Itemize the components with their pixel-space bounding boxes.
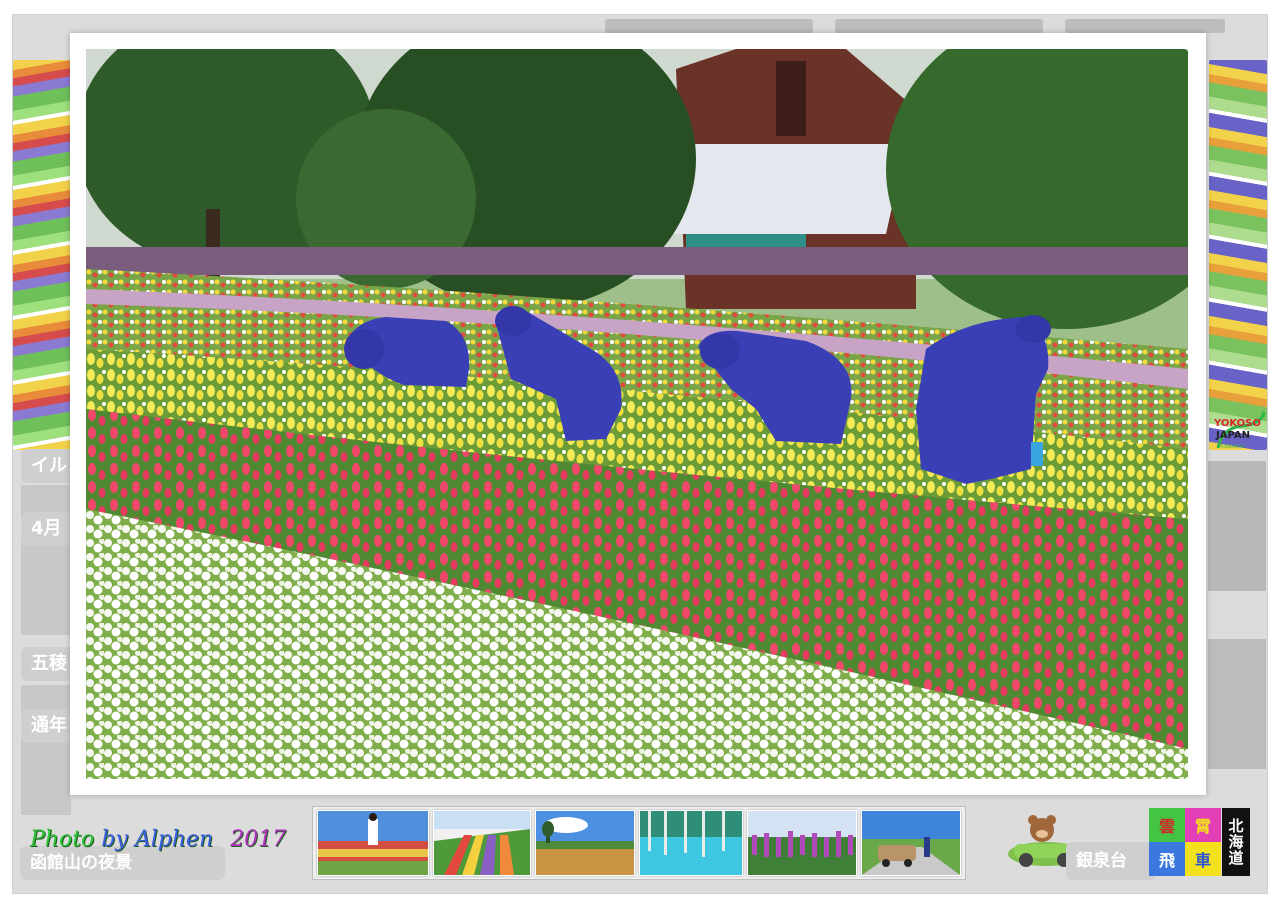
background-tab <box>605 19 813 33</box>
farm-map-right <box>1209 60 1267 450</box>
background-label: イル <box>21 449 77 483</box>
farm-map-left <box>13 60 71 450</box>
credit-author: by Alphen <box>101 827 214 852</box>
thumbnail-striped-flower-hills[interactable] <box>433 810 531 876</box>
thumbnail-wheat-field-blue-sky[interactable] <box>535 810 635 876</box>
thumbnail-blue-pond-trees[interactable] <box>639 810 743 876</box>
photo-credit: Photo by Alphen 2017 <box>30 827 286 852</box>
logo-cell-2: 霄 <box>1185 808 1221 842</box>
logo-cell-4: 車 <box>1185 842 1221 876</box>
background-tab <box>835 19 1043 33</box>
thumbnail-car-on-country-road[interactable] <box>861 810 961 876</box>
main-photo[interactable] <box>86 49 1188 779</box>
thumbnail-strip <box>312 806 966 880</box>
credit-photo-word: Photo <box>30 827 95 852</box>
logo-cell-3: 飛 <box>1149 842 1185 876</box>
background-label: 4月 <box>21 512 72 546</box>
thumbnail-purple-lupine-field[interactable] <box>747 810 857 876</box>
credit-year: 2017 <box>230 827 287 852</box>
lightbox-frame <box>70 33 1206 795</box>
yokoso-japan-logo: YOKOSO JAPAN HOKKAIDO <box>1212 408 1268 456</box>
background-caption: 銀泉台 <box>1066 842 1156 880</box>
yokoso-sub-text: HOKKAIDO <box>1218 444 1245 450</box>
background-image-block <box>21 685 71 815</box>
background-label: 通年 <box>21 709 77 743</box>
yokoso-top-text: YOKOSO <box>1213 418 1261 429</box>
background-image-block <box>1208 461 1266 591</box>
background-image-block <box>1208 639 1266 769</box>
background-image-block <box>21 485 71 635</box>
site-logo-grid[interactable]: 雲 霄 飛 車 <box>1149 808 1221 876</box>
background-label: 五稜 <box>21 647 77 681</box>
hokkaido-logo: 北海道 <box>1222 808 1250 876</box>
logo-cell-1: 雲 <box>1149 808 1185 842</box>
thumbnail-person-in-flower-field[interactable] <box>317 810 429 876</box>
background-tab <box>1065 19 1225 33</box>
yokoso-bottom-text: JAPAN <box>1215 430 1250 441</box>
